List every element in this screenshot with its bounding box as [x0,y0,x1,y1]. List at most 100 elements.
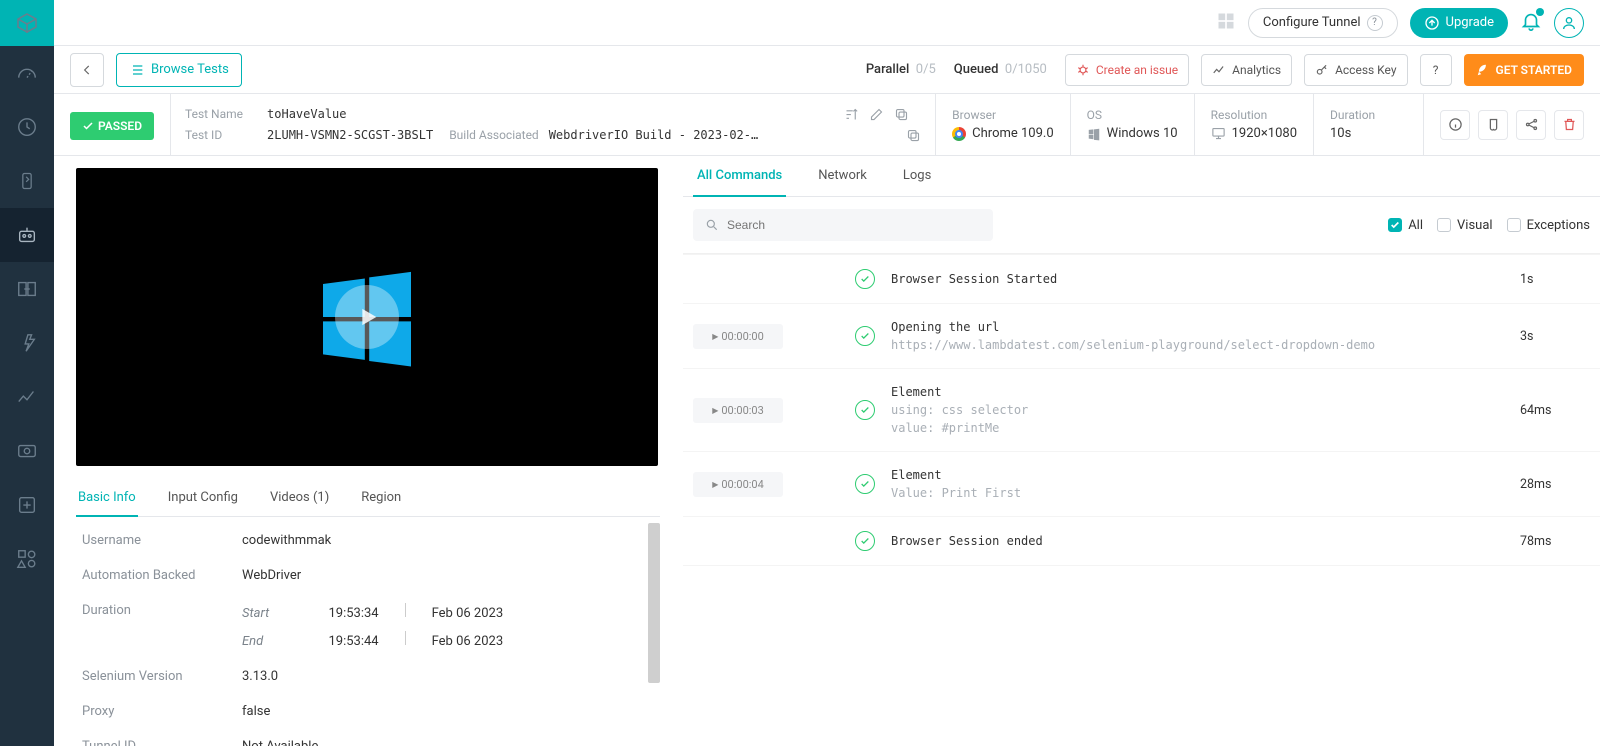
left-sidebar [0,0,54,746]
info-tabs: Basic Info Input Config Videos (1) Region [76,480,660,517]
command-duration: 78ms [1520,534,1590,549]
nav-performance[interactable] [0,316,54,370]
test-name-label: Test Name [185,107,257,121]
check-icon [855,531,875,551]
upgrade-icon [1424,15,1440,31]
command-row[interactable]: ▶ 00:00:04 ElementValue: Print First 28ms [683,452,1600,517]
brand-logo[interactable] [0,0,54,46]
browse-tests-button[interactable]: Browse Tests [116,53,242,87]
configure-tunnel-button[interactable]: Configure Tunnel ? [1248,8,1398,38]
command-duration: 64ms [1520,403,1590,418]
play-button[interactable] [335,285,399,349]
filter-all[interactable]: All [1388,218,1423,233]
nav-realtime[interactable] [0,154,54,208]
nav-compare[interactable] [0,262,54,316]
search-box[interactable] [693,209,993,241]
build-value: WebdriverIO Build - 2023-02-… [549,128,759,142]
bookmark-button[interactable] [1478,110,1508,140]
filter-visual[interactable]: Visual [1437,218,1493,233]
get-started-button[interactable]: GET STARTED [1464,54,1584,86]
info-button[interactable] [1440,110,1470,140]
test-name-actions [832,107,921,122]
check-icon [855,326,875,346]
test-ids: Test Name toHaveValue Test ID 2LUMH-VSMN… [170,94,935,155]
monitor-icon [1211,126,1226,141]
tunnel-help-icon: ? [1367,15,1383,31]
sort-icon[interactable] [844,107,859,122]
key-icon [1315,63,1329,77]
copy-build-icon[interactable] [906,128,921,143]
upgrade-button[interactable]: Upgrade [1410,8,1508,38]
build-label: Build Associated [449,128,539,142]
command-row[interactable]: ▶ 00:00:03 Elementusing: css selectorvalu… [683,369,1600,452]
delete-button[interactable] [1554,110,1584,140]
nav-screenshot[interactable] [0,424,54,478]
bug-icon [1076,63,1090,77]
analytics-label: Analytics [1232,63,1281,77]
timestamp-badge: ▶ 00:00:03 [693,398,783,423]
command-duration: 28ms [1520,477,1590,492]
check-icon [855,474,875,494]
command-list: Browser Session Started1s▶ 00:00:00Openi… [683,254,1600,746]
nav-automation[interactable] [0,208,54,262]
command-row[interactable]: Browser Session ended78ms [683,517,1600,566]
command-text: Opening the urlhttps://www.lambdatest.co… [891,318,1504,354]
search-input[interactable] [727,218,981,232]
info-tab-basic-info[interactable]: Basic Info [76,480,138,517]
test-meta-row: PASSED Test Name toHaveValue Test ID 2LU… [54,94,1600,156]
timestamp-badge [693,535,783,547]
timestamp-badge [693,273,783,285]
chrome-icon [952,127,966,141]
check-icon [855,269,875,289]
analytics-icon [1212,63,1226,77]
test-id-value: 2LUMH-VSMN2-SCGST-3BSLT [267,128,433,142]
command-row[interactable]: ▶ 00:00:00Opening the urlhttps://www.lam… [683,304,1600,369]
video-player[interactable] [76,168,658,466]
nav-analytics[interactable] [0,370,54,424]
basic-info-panel: Usernamecodewithmmak Automation BackedWe… [76,523,660,746]
edit-icon[interactable] [869,107,884,122]
list-icon [129,62,145,78]
right-tab-logs[interactable]: Logs [899,156,935,196]
filter-exceptions[interactable]: Exceptions [1507,218,1590,233]
right-tab-network[interactable]: Network [814,156,871,196]
profile-avatar[interactable] [1554,8,1584,38]
nav-dashboard[interactable] [0,46,54,100]
test-name-value: toHaveValue [267,107,346,121]
command-text: ElementValue: Print First [891,466,1504,502]
nav-history[interactable] [0,100,54,154]
info-tab-region[interactable]: Region [359,480,403,516]
copy-icon[interactable] [894,107,909,122]
test-id-label: Test ID [185,128,257,142]
apps-grid-icon[interactable] [1216,11,1236,35]
toolbar: Browse Tests Parallel 0/5 Queued 0/1050 … [54,46,1600,94]
scrollbar[interactable] [648,523,660,683]
info-tab-input-config[interactable]: Input Config [166,480,240,516]
video-pane: Basic Info Input Config Videos (1) Region U… [54,156,682,746]
top-header: Configure Tunnel ? Upgrade [54,0,1600,46]
right-tab-all-commands[interactable]: All Commands [693,156,786,197]
status-badge: PASSED [70,112,154,140]
resolution-cell: Resolution 1920×1080 [1194,94,1313,155]
analytics-button[interactable]: Analytics [1201,54,1292,86]
upgrade-label: Upgrade [1446,15,1494,30]
back-button[interactable] [70,53,104,87]
help-button[interactable]: ? [1420,54,1452,86]
get-started-label: GET STARTED [1496,63,1572,77]
create-issue-button[interactable]: Create an issue [1065,54,1189,86]
command-row[interactable]: Browser Session Started1s [683,254,1600,304]
test-actions [1423,94,1600,155]
timestamp-badge: ▶ 00:00:04 [693,472,783,497]
nav-integrations[interactable] [0,532,54,586]
rocket-icon [1476,63,1490,77]
share-button[interactable] [1516,110,1546,140]
nav-add[interactable] [0,478,54,532]
access-key-button[interactable]: Access Key [1304,54,1407,86]
filter-row: All Visual Exceptions [683,197,1600,254]
check-icon [855,400,875,420]
configure-tunnel-label: Configure Tunnel [1263,15,1361,30]
notifications-icon[interactable] [1520,10,1542,36]
command-text: Elementusing: css selectorvalue: #printM… [891,383,1504,437]
info-tab-videos-1-[interactable]: Videos (1) [268,480,331,516]
windows-icon [1087,127,1101,141]
